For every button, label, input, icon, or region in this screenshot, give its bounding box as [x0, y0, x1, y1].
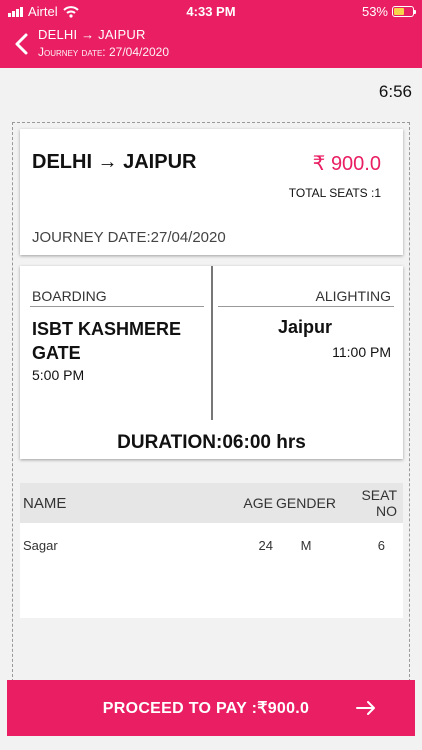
passenger-table: NAME AGE GENDER SEAT NO Sagar 24 M 6 [20, 483, 403, 618]
header-title: DELHI → JAIPUR [38, 27, 146, 42]
alighting-place: Jaipur [277, 317, 333, 337]
status-bar: Airtel 4:33 PM 53% [0, 0, 422, 22]
alighting-time: 11:00 PM [332, 344, 391, 360]
journey-card: BOARDING ALIGHTING ISBT KASHMERE GATE 5:… [20, 266, 403, 459]
proceed-to-pay-label: PROCEED TO PAY :₹900.0 [102, 700, 310, 717]
header-title-block: DELHI → JAIPUR Journey date: 27/04/2020 [38, 27, 169, 59]
ticket-summary: DELHI → JAIPUR ₹ 900.0 TOTAL SEATS :1 JO… [12, 122, 410, 682]
header-seat-no: SEAT NO [361, 487, 397, 519]
boarding-underline [30, 306, 204, 307]
boarding-label: BOARDING [32, 288, 107, 304]
status-right: 53% [361, 4, 416, 19]
table-row: Sagar 24 M 6 [20, 523, 403, 567]
header-gender: GENDER [276, 495, 336, 511]
passenger-name: Sagar [23, 537, 58, 553]
arrow-right-icon [356, 701, 375, 715]
countdown-timer: 6:56 [378, 82, 412, 101]
route-card: DELHI → JAIPUR ₹ 900.0 TOTAL SEATS :1 JO… [20, 129, 403, 255]
battery-percent: 53% [361, 4, 388, 19]
back-arrow-icon[interactable] [12, 32, 32, 56]
passenger-age: 24 [258, 537, 273, 553]
passenger-table-header: NAME AGE GENDER SEAT NO [20, 483, 403, 523]
header-name: NAME [23, 494, 67, 512]
total-seats: TOTAL SEATS :1 [288, 186, 381, 200]
alighting-label: ALIGHTING [315, 288, 391, 304]
fare-price: ₹ 900.0 [312, 153, 381, 175]
status-time: 4:33 PM [186, 4, 236, 19]
header-age: AGE [243, 495, 273, 511]
header-subtitle: Journey date: 27/04/2020 [38, 45, 170, 59]
passenger-seat: 6 [377, 537, 385, 553]
column-divider [211, 266, 213, 420]
battery-fill [394, 8, 404, 15]
route-title: DELHI → JAIPUR [32, 151, 197, 173]
proceed-to-pay-button[interactable]: PROCEED TO PAY :₹900.0 [7, 680, 415, 736]
boarding-time: 5:00 PM [32, 367, 85, 383]
journey-duration: DURATION:06:00 hrs [117, 432, 306, 453]
journey-date: JOURNEY DATE:27/04/2020 [32, 229, 226, 246]
alighting-underline [218, 306, 394, 307]
app-header: Airtel 4:33 PM 53% DELHI → JAIPUR Journe… [0, 0, 422, 68]
passenger-gender: M [300, 537, 312, 553]
battery-icon [392, 6, 416, 17]
boarding-place: ISBT KASHMERE GATE [32, 319, 182, 363]
